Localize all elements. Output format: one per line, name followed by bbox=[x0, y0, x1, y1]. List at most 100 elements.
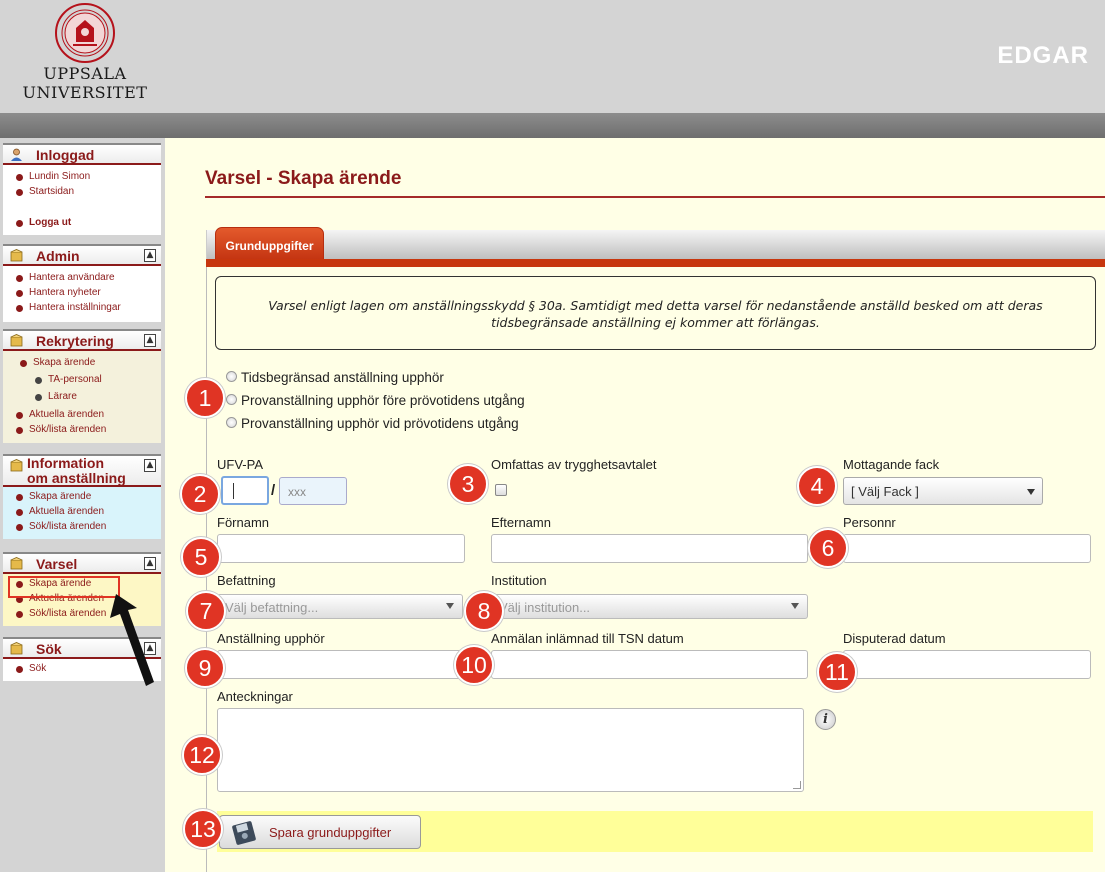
marker-4: 4 bbox=[797, 466, 837, 506]
ufv-slash: / bbox=[271, 482, 276, 499]
notice-box: Varsel enligt lagen om anställningsskydd… bbox=[215, 276, 1096, 350]
app-name: EDGAR bbox=[997, 42, 1089, 69]
sidebar-item-varsel-sok[interactable]: Sök/lista ärenden bbox=[15, 608, 106, 619]
package-icon bbox=[10, 459, 23, 472]
radio-label: Provanställning upphör före prövotidens … bbox=[241, 393, 525, 408]
personnr-input[interactable] bbox=[843, 534, 1091, 563]
radio-button[interactable] bbox=[226, 394, 237, 405]
tsn-label: Anmälan inlämnad till TSN datum bbox=[491, 631, 684, 646]
sidebar-item-rekrytering-skapa[interactable]: Skapa ärende bbox=[19, 357, 95, 368]
marker-13: 13 bbox=[183, 809, 223, 849]
sidebar-box-title-line1: Information bbox=[27, 455, 104, 471]
marker-12: 12 bbox=[182, 735, 222, 775]
sidebar-item-larare[interactable]: Lärare bbox=[35, 391, 77, 402]
package-icon bbox=[10, 642, 23, 655]
sidebar-item-rekrytering-sok[interactable]: Sök/lista ärenden bbox=[15, 424, 106, 435]
notes-label: Anteckningar bbox=[217, 689, 293, 704]
radio-button[interactable] bbox=[226, 417, 237, 428]
collapse-icon[interactable]: ▲ bbox=[144, 249, 156, 262]
marker-7: 7 bbox=[186, 591, 226, 631]
sidebar-box-header: Varsel ▲ bbox=[3, 552, 161, 574]
sidebar-item-info-sok[interactable]: Sök/lista ärenden bbox=[15, 521, 106, 532]
disputerad-label: Disputerad datum bbox=[843, 631, 946, 646]
fornamn-label: Förnamn bbox=[217, 515, 270, 530]
chevron-down-icon bbox=[446, 603, 454, 609]
sidebar-box-admin: Admin ▲ Hantera användare Hantera nyhete… bbox=[3, 244, 161, 322]
notes-textarea[interactable] bbox=[217, 708, 804, 792]
befattning-label: Befattning bbox=[217, 573, 276, 588]
efternamn-input[interactable] bbox=[491, 534, 808, 563]
tsn-date-input[interactable] bbox=[491, 650, 808, 679]
radio-label: Provanställning upphör vid prövotidens u… bbox=[241, 416, 519, 431]
sidebar-box-header: Rekrytering ▲ bbox=[3, 329, 161, 351]
marker-5: 5 bbox=[181, 537, 221, 577]
sidebar-item-hantera-nyheter[interactable]: Hantera nyheter bbox=[16, 287, 101, 298]
sidebar-box-inloggad: Inloggad Lundin Simon Startsidan Logga u… bbox=[3, 143, 161, 237]
chevron-down-icon bbox=[791, 603, 799, 609]
sidebar-item-sok[interactable]: Sök bbox=[15, 663, 46, 674]
ufv-year-input[interactable]: xxx bbox=[279, 477, 347, 505]
ufv-number-input[interactable] bbox=[221, 476, 269, 505]
sidebar-item-startsidan[interactable]: Startsidan bbox=[15, 186, 74, 197]
radio-label: Tidsbegränsad anställning upphör bbox=[241, 370, 444, 385]
institution-placeholder: Välj institution... bbox=[499, 600, 591, 615]
sidebar-box-title: Sök bbox=[36, 641, 62, 657]
sidebar-box-title: Rekrytering bbox=[36, 333, 114, 349]
disputerad-date-input[interactable] bbox=[843, 650, 1091, 679]
fack-label: Mottagande fack bbox=[843, 457, 940, 472]
marker-6: 6 bbox=[808, 528, 848, 568]
sidebar-box-header: Inloggad bbox=[3, 143, 161, 165]
collapse-icon[interactable]: ▲ bbox=[144, 334, 156, 347]
befattning-placeholder: Välj befattning... bbox=[225, 600, 319, 615]
befattning-select[interactable]: Välj befattning... bbox=[217, 594, 463, 619]
sidebar-box-rekrytering: Rekrytering ▲ Skapa ärende TA-personal L… bbox=[3, 329, 161, 445]
uppsala-logo: UPPSALA UNIVERSITET bbox=[20, 2, 150, 112]
save-button[interactable]: Spara grunduppgifter bbox=[219, 815, 421, 849]
header-band bbox=[0, 113, 1105, 138]
fornamn-input[interactable] bbox=[217, 534, 465, 563]
package-icon bbox=[10, 557, 23, 570]
tab-bar bbox=[206, 230, 1105, 260]
efternamn-label: Efternamn bbox=[491, 515, 551, 530]
user-icon bbox=[11, 148, 22, 161]
chevron-down-icon bbox=[1027, 489, 1035, 495]
sidebar-item-hantera-anvandare[interactable]: Hantera användare bbox=[16, 272, 115, 283]
fack-select-value: [ Välj Fack ] bbox=[851, 484, 919, 499]
marker-3: 3 bbox=[448, 464, 488, 504]
sidebar-item-info-aktuella[interactable]: Aktuella ärenden bbox=[15, 506, 104, 517]
sidebar-box-header: Information om anställning ▲ bbox=[3, 454, 161, 487]
marker-1: 1 bbox=[185, 378, 225, 418]
institution-select[interactable]: Välj institution... bbox=[491, 594, 808, 619]
upphor-label: Anställning upphör bbox=[217, 631, 325, 646]
floppy-disk-icon bbox=[232, 821, 256, 845]
sidebar-item-ta-personal[interactable]: TA-personal bbox=[35, 374, 102, 385]
radio-button[interactable] bbox=[226, 371, 237, 382]
sidebar-box-header: Admin ▲ bbox=[3, 244, 161, 266]
marker-9: 9 bbox=[185, 648, 225, 688]
package-icon bbox=[10, 249, 23, 262]
collapse-icon[interactable]: ▲ bbox=[144, 557, 156, 570]
logo-line-2: UNIVERSITET bbox=[22, 83, 148, 102]
sidebar-box-title: Varsel bbox=[36, 556, 78, 572]
sidebar: Inloggad Lundin Simon Startsidan Logga u… bbox=[0, 138, 165, 872]
sidebar-box-title-line2: om anställning bbox=[27, 470, 126, 486]
tab-grunduppgifter[interactable]: Grunduppgifter bbox=[215, 227, 324, 260]
fack-select[interactable]: [ Välj Fack ] bbox=[843, 477, 1043, 505]
tab-underline bbox=[206, 259, 1105, 267]
upphor-date-input[interactable] bbox=[217, 650, 465, 679]
sidebar-item-user[interactable]: Lundin Simon bbox=[15, 171, 90, 182]
sidebar-item-hantera-installningar[interactable]: Hantera inställningar bbox=[16, 302, 121, 313]
app-header: UPPSALA UNIVERSITET EDGAR bbox=[0, 0, 1105, 113]
info-icon[interactable]: i bbox=[815, 709, 836, 730]
sidebar-item-rekrytering-aktuella[interactable]: Aktuella ärenden bbox=[15, 409, 104, 420]
trygg-checkbox[interactable] bbox=[495, 484, 507, 496]
title-divider bbox=[205, 196, 1105, 198]
sidebar-item-logout[interactable]: Logga ut bbox=[15, 217, 71, 228]
pointer-arrow-icon bbox=[110, 594, 154, 686]
personnr-label: Personnr bbox=[843, 515, 896, 530]
sidebar-box-title: Inloggad bbox=[36, 147, 95, 163]
resize-handle[interactable] bbox=[793, 781, 801, 789]
sidebar-item-info-skapa[interactable]: Skapa ärende bbox=[15, 491, 91, 502]
sidebar-box-title: Admin bbox=[36, 248, 80, 264]
collapse-icon[interactable]: ▲ bbox=[144, 459, 156, 472]
